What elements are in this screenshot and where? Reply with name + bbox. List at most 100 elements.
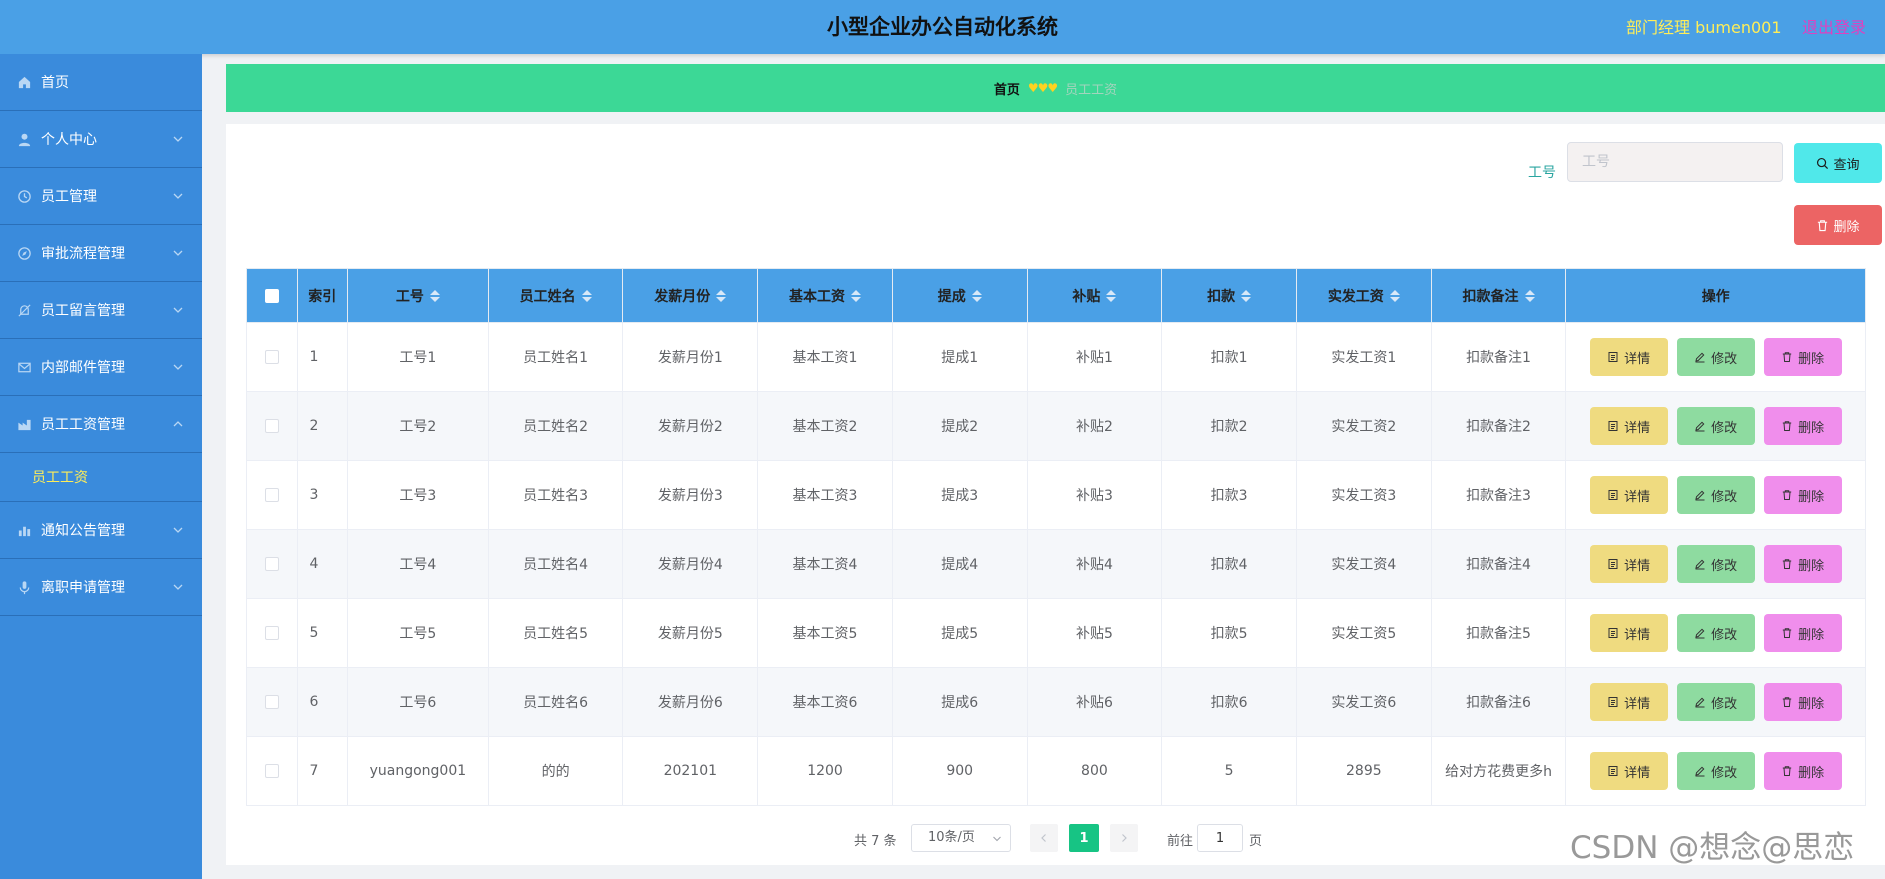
cell-base: 基本工资5 <box>757 598 893 668</box>
sidebar-item-label: 个人中心 <box>41 132 97 148</box>
column-header-base[interactable]: 基本工资 <box>757 268 893 323</box>
sidebar-item-internal-mail[interactable]: 内部邮件管理 <box>0 339 202 396</box>
delete-button[interactable]: 删除 <box>1763 338 1842 376</box>
document-icon <box>1608 766 1618 776</box>
detail-button[interactable]: 详情 <box>1589 338 1668 376</box>
cell-commission: 提成4 <box>891 529 1028 599</box>
sidebar-item-label: 员工留言管理 <box>41 303 125 319</box>
column-header-subsidy[interactable]: 补贴 <box>1026 268 1163 323</box>
cell-gonghao: 工号2 <box>347 391 489 461</box>
sort-icon[interactable] <box>581 289 592 302</box>
sidebar-item-salary-management[interactable]: 员工工资管理 <box>0 396 202 453</box>
cell-remark: 扣款备注3 <box>1430 460 1567 530</box>
detail-button[interactable]: 详情 <box>1589 614 1668 652</box>
row-checkbox[interactable] <box>264 626 279 640</box>
edit-button[interactable]: 修改 <box>1676 407 1755 445</box>
next-page-button[interactable] <box>1110 824 1138 852</box>
sidebar-item-message-management[interactable]: 员工留言管理 <box>0 282 202 339</box>
column-header-commission[interactable]: 提成 <box>891 268 1028 323</box>
cell-month: 发薪月份6 <box>622 667 759 737</box>
trash-icon <box>1782 697 1792 707</box>
edit-button[interactable]: 修改 <box>1676 338 1755 376</box>
delete-button[interactable]: 删除 <box>1763 407 1842 445</box>
batch-delete-button[interactable]: 删除 <box>1794 205 1882 245</box>
delete-button[interactable]: 删除 <box>1763 614 1842 652</box>
page-number-button[interactable]: 1 <box>1069 824 1099 852</box>
column-header-gonghao[interactable]: 工号 <box>347 268 489 323</box>
sidebar-subitem-label[interactable]: 员工工资 <box>32 467 88 487</box>
edit-button-label: 修改 <box>1711 489 1738 505</box>
sidebar-item-label: 审批流程管理 <box>41 246 125 262</box>
sort-icon[interactable] <box>1389 289 1400 302</box>
edit-button[interactable]: 修改 <box>1676 545 1755 583</box>
sidebar-item-notice-management[interactable]: 通知公告管理 <box>0 502 202 559</box>
row-checkbox[interactable] <box>264 695 279 709</box>
sidebar-item-approval-flow[interactable]: 审批流程管理 <box>0 225 202 282</box>
cell-subsidy: 补贴5 <box>1026 598 1163 668</box>
row-checkbox[interactable] <box>264 557 279 571</box>
sort-icon[interactable] <box>851 289 861 302</box>
row-checkbox[interactable] <box>264 488 279 502</box>
detail-button[interactable]: 详情 <box>1589 476 1668 514</box>
row-checkbox[interactable] <box>264 764 279 778</box>
mail-icon <box>16 359 32 375</box>
edit-button[interactable]: 修改 <box>1676 614 1755 652</box>
table-row: 7 yuangong001 的的 202101 1200 900 800 5 2895 给对方花费… <box>246 736 1866 806</box>
delete-button-label: 删除 <box>1798 765 1825 781</box>
column-header-remark[interactable]: 扣款备注 <box>1430 268 1567 323</box>
prev-page-button[interactable] <box>1030 824 1058 852</box>
select-all-checkbox[interactable] <box>264 288 279 303</box>
chevron-down-icon <box>993 836 1001 842</box>
compass-icon <box>16 245 32 261</box>
delete-button[interactable]: 删除 <box>1763 683 1842 721</box>
query-button[interactable]: 查询 <box>1794 143 1882 183</box>
sort-icon[interactable] <box>716 289 727 302</box>
cell-deduction: 扣款4 <box>1161 529 1297 599</box>
sidebar-item-employee-management[interactable]: 员工管理 <box>0 168 202 225</box>
chevron-down-icon <box>173 193 183 199</box>
detail-button[interactable]: 详情 <box>1589 752 1668 790</box>
sort-icon[interactable] <box>971 289 982 302</box>
pencil-icon <box>1695 559 1705 570</box>
delete-button[interactable]: 删除 <box>1763 545 1842 583</box>
column-header-month[interactable]: 发薪月份 <box>622 268 759 323</box>
edit-button[interactable]: 修改 <box>1676 476 1755 514</box>
cell-subsidy: 800 <box>1026 736 1163 806</box>
delete-button-label: 删除 <box>1798 420 1825 436</box>
home-icon <box>16 74 32 90</box>
salary-table: 索引 工号 员工姓名 发薪月份 基本工资 提成 补贴 扣款 实发工资 扣款备注 … <box>246 268 1866 806</box>
search-input[interactable] <box>1567 142 1783 182</box>
logout-link[interactable]: 退出登录 <box>1802 14 1866 38</box>
sort-icon[interactable] <box>1106 289 1117 302</box>
sidebar-item-resignation[interactable]: 离职申请管理 <box>0 559 202 616</box>
breadcrumb-home[interactable]: 首页 <box>994 79 1020 98</box>
table-row: 5 工号5 员工姓名5 发薪月份5 基本工资5 提成5 补贴5 扣款5 实发工资5 扣款备注5 详情… <box>246 598 1866 668</box>
detail-button[interactable]: 详情 <box>1589 407 1668 445</box>
sidebar-item-home[interactable]: 首页 <box>0 54 202 111</box>
delete-button[interactable]: 删除 <box>1763 476 1842 514</box>
column-header-name[interactable]: 员工姓名 <box>487 268 624 323</box>
sort-icon[interactable] <box>1524 289 1535 302</box>
cell-index: 7 <box>296 736 349 806</box>
detail-button[interactable]: 详情 <box>1589 545 1668 583</box>
row-checkbox[interactable] <box>264 350 279 364</box>
detail-button-label: 详情 <box>1624 420 1651 436</box>
detail-button[interactable]: 详情 <box>1589 683 1668 721</box>
cell-subsidy: 补贴2 <box>1026 391 1163 461</box>
row-checkbox[interactable] <box>264 419 279 433</box>
cell-month: 发薪月份2 <box>622 391 759 461</box>
column-header-actual[interactable]: 实发工资 <box>1295 268 1432 323</box>
sidebar-item-profile[interactable]: 个人中心 <box>0 111 202 168</box>
sort-icon[interactable] <box>429 289 440 302</box>
page-size-select[interactable]: 10条/页 <box>911 824 1011 852</box>
goto-page-input[interactable] <box>1197 824 1243 852</box>
sidebar-subitem-salary[interactable]: 员工工资 <box>0 453 202 502</box>
edit-button[interactable]: 修改 <box>1676 752 1755 790</box>
delete-button[interactable]: 删除 <box>1763 752 1842 790</box>
column-header-deduction[interactable]: 扣款 <box>1161 268 1297 323</box>
edit-button[interactable]: 修改 <box>1676 683 1755 721</box>
sort-icon[interactable] <box>1241 289 1252 302</box>
trash-icon <box>1782 766 1792 776</box>
cell-deduction: 扣款2 <box>1161 391 1297 461</box>
factory-icon <box>16 416 32 432</box>
